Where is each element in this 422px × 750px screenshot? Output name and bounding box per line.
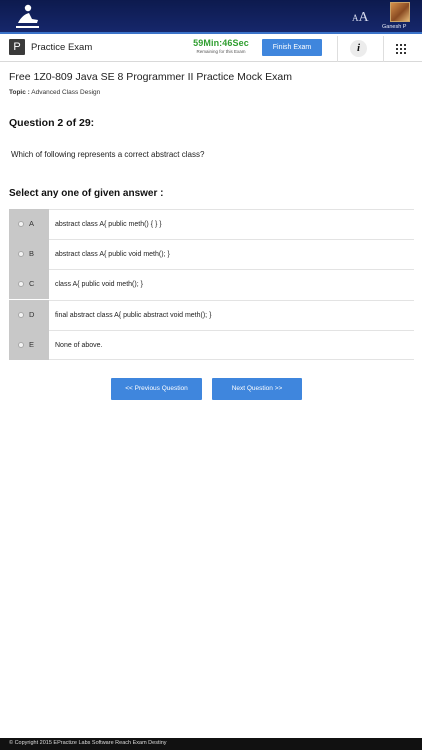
option-text[interactable]: None of above. xyxy=(55,342,102,349)
copyright-text: © Copyright 2015 EPractize Labs Software… xyxy=(9,740,167,746)
answer-option-e[interactable]: E None of above. xyxy=(9,329,414,361)
option-text[interactable]: abstract class A{ public void meth(); } xyxy=(55,251,170,258)
option-letter: A xyxy=(29,219,35,228)
question-number: Question 2 of 29: xyxy=(9,117,95,129)
previous-question-button[interactable]: << Previous Question xyxy=(111,378,202,400)
exam-timer: 59Min:46Sec Remaining for this Exam xyxy=(186,38,256,54)
option-text[interactable]: class A{ public void meth(); } xyxy=(55,281,143,288)
radio-button-icon[interactable] xyxy=(18,341,24,348)
option-letter: E xyxy=(29,339,35,349)
divider xyxy=(383,36,384,62)
option-key[interactable]: A xyxy=(9,209,49,240)
footer: © Copyright 2015 EPractize Labs Software… xyxy=(0,738,422,750)
option-key[interactable]: D xyxy=(9,299,49,331)
option-key[interactable]: C xyxy=(9,269,49,301)
radio-button-icon[interactable] xyxy=(18,251,24,258)
toolbar-title: Practice Exam xyxy=(31,42,93,53)
answer-option-a[interactable]: A abstract class A{ public meth() { } } xyxy=(9,209,414,240)
font-size-big-label: A xyxy=(358,10,369,25)
question-text: Which of following represents a correct … xyxy=(11,150,205,159)
user-name: Ganesh P xyxy=(382,24,407,30)
answer-option-c[interactable]: C class A{ public void meth(); } xyxy=(9,269,414,301)
timer-value: 59Min:46Sec xyxy=(193,38,249,48)
font-size-icon[interactable]: AA xyxy=(352,8,369,26)
answer-options: A abstract class A{ public meth() { } } … xyxy=(9,209,414,361)
practice-badge-icon: P xyxy=(9,39,25,55)
radio-button-icon[interactable] xyxy=(18,281,24,288)
grid-icon[interactable] xyxy=(396,44,406,54)
radio-button-icon[interactable] xyxy=(18,311,24,318)
option-text[interactable]: final abstract class A{ public abstract … xyxy=(55,312,211,319)
divider xyxy=(337,36,338,62)
option-key[interactable]: E xyxy=(9,329,49,361)
radio-button-icon[interactable] xyxy=(18,221,24,227)
timer-caption: Remaining for this Exam xyxy=(196,49,246,54)
top-app-bar: AA Ganesh P xyxy=(0,0,422,34)
option-letter: C xyxy=(29,279,35,289)
info-icon[interactable]: i xyxy=(350,40,367,57)
topic-value: Advanced Class Design xyxy=(31,89,101,96)
exam-title: Free 1Z0-809 Java SE 8 Programmer II Pra… xyxy=(9,71,293,83)
answer-option-b[interactable]: B abstract class A{ public void meth(); … xyxy=(9,239,414,271)
next-question-button[interactable]: Next Question >> xyxy=(212,378,302,400)
topic-line: Topic : Advanced Class Design xyxy=(9,89,100,96)
answer-prompt: Select any one of given answer : xyxy=(9,188,164,199)
answer-option-d[interactable]: D final abstract class A{ public abstrac… xyxy=(9,299,414,331)
option-letter: B xyxy=(29,249,35,259)
option-key[interactable]: B xyxy=(9,239,49,271)
finish-exam-button[interactable]: Finish Exam xyxy=(262,39,322,56)
option-text[interactable]: abstract class A{ public meth() { } } xyxy=(55,221,162,228)
reader-logo-icon[interactable] xyxy=(12,3,42,31)
topic-label: Topic : xyxy=(9,89,30,96)
exam-toolbar: P Practice Exam 59Min:46Sec Remaining fo… xyxy=(0,36,422,62)
option-letter: D xyxy=(29,309,35,319)
avatar[interactable] xyxy=(390,2,410,22)
